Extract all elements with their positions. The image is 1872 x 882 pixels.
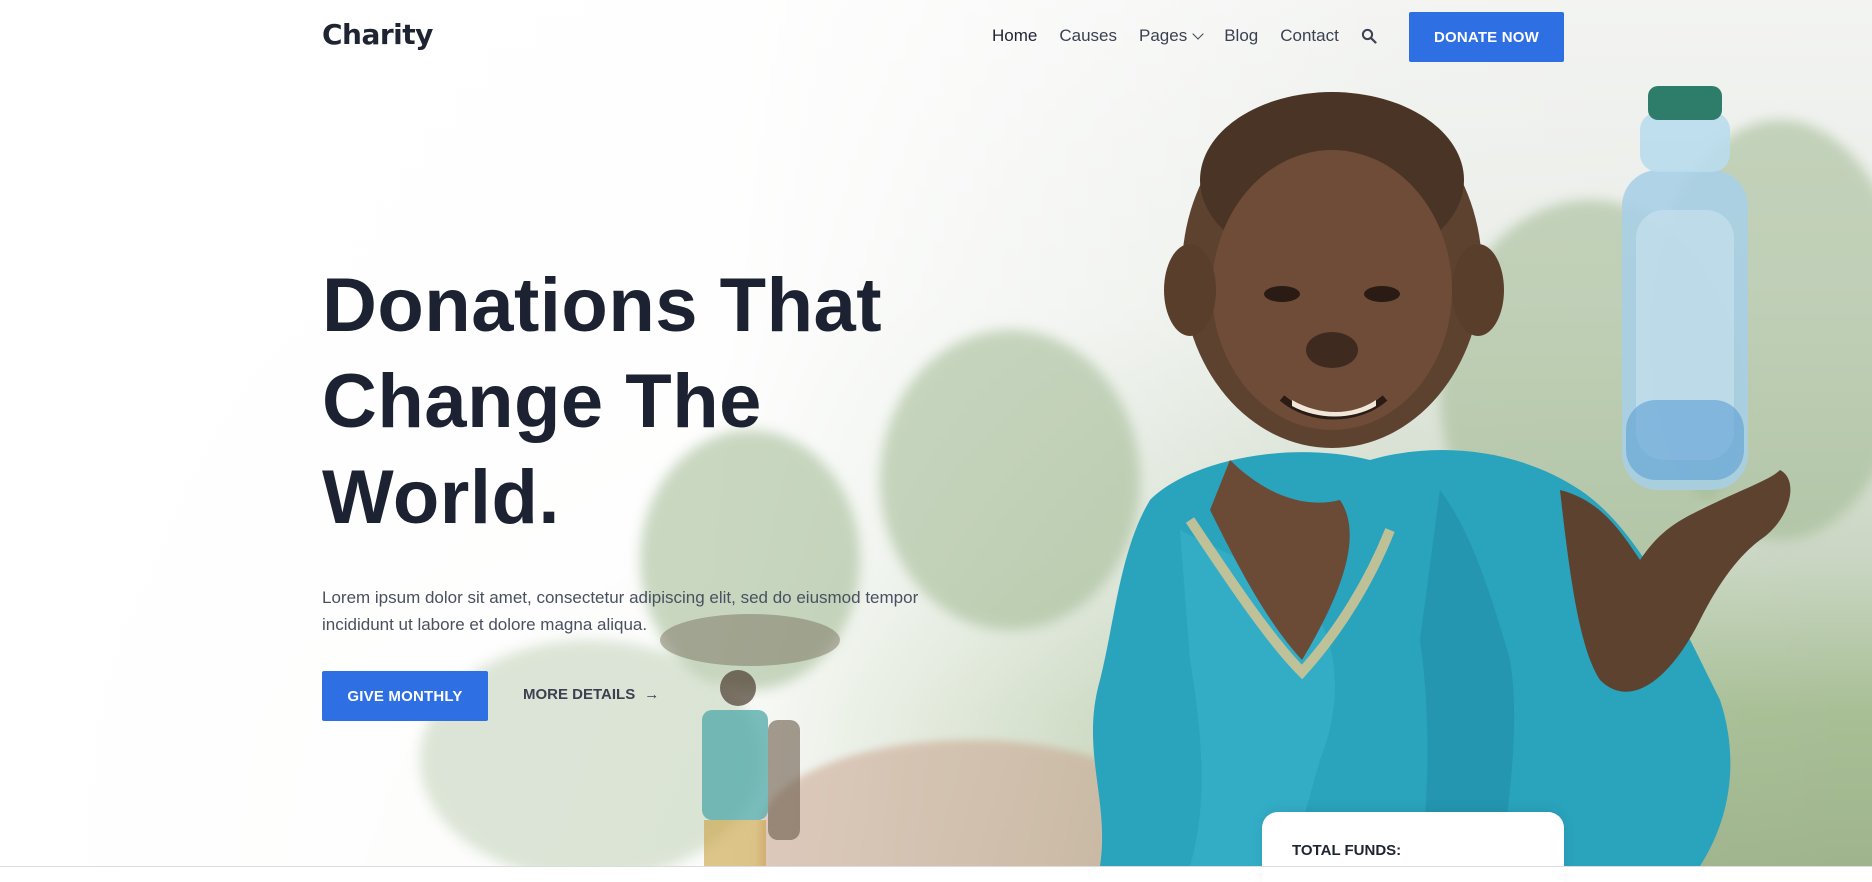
hero-lead-text: Lorem ipsum dolor sit amet, consectetur …	[322, 588, 919, 634]
nav-item-label: Causes	[1059, 26, 1117, 45]
headline-line: Change The	[322, 359, 762, 444]
nav-item-home[interactable]: Home	[992, 26, 1037, 46]
main-nav: Home Causes Pages Blog Contact	[992, 26, 1361, 46]
headline-line: World.	[322, 455, 561, 540]
nav-item-causes[interactable]: Causes	[1059, 26, 1117, 46]
nav-item-blog[interactable]: Blog	[1224, 26, 1258, 46]
more-details-link[interactable]: MORE DETAILS →	[523, 686, 659, 703]
total-funds-label: TOTAL FUNDS:	[1292, 842, 1402, 859]
donate-now-button[interactable]: DONATE NOW	[1409, 12, 1564, 62]
background-person-image	[660, 614, 840, 866]
headline-line: Donations That	[322, 263, 883, 348]
give-monthly-button[interactable]: GIVE MONTHLY	[322, 671, 488, 721]
nav-item-contact[interactable]: Contact	[1280, 26, 1339, 46]
chevron-down-icon	[1192, 28, 1204, 40]
more-details-label: MORE DETAILS	[523, 686, 636, 703]
nav-item-label: Pages	[1139, 26, 1188, 45]
child-with-water-bottle-image	[1092, 86, 1791, 866]
search-icon[interactable]	[1361, 28, 1377, 44]
hero-headline: Donations That Change The World.	[322, 258, 962, 546]
nav-item-label: Contact	[1280, 26, 1339, 45]
nav-item-pages[interactable]: Pages	[1139, 26, 1204, 46]
nav-item-label: Blog	[1224, 26, 1259, 45]
site-logo[interactable]: Charity	[322, 18, 433, 51]
arrow-right-icon: →	[644, 686, 660, 703]
nav-item-label: Home	[992, 26, 1038, 45]
